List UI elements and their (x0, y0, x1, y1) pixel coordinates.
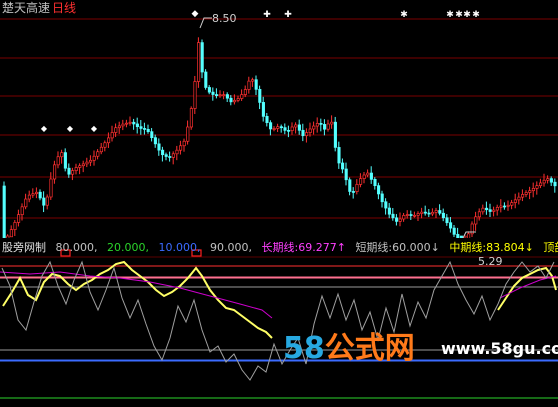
watermark-logo: 58公式网 (283, 323, 415, 367)
mid-term-line-value: 中期线:83.804↓ (449, 241, 533, 254)
period-label[interactable]: 日线 (52, 2, 76, 14)
mid-term-value: 83.804↓ (486, 241, 534, 254)
stock-name: 楚天高速 (2, 1, 51, 15)
level-90: 90.000, (210, 241, 252, 254)
low-price-label: 5.29 (478, 255, 503, 268)
short-term-line-value: 短期线:60.000↓ (355, 241, 439, 254)
short-term-label: 短期线: (355, 241, 393, 254)
chart-window: ◆ ✚ ✚ ✱ ✱ ✱ ✱ ✱ ◆ ◆ ◆ 楚天高速 日线 8.50 5.29 股旁网制 80.00… (0, 0, 558, 407)
top-label: 顶部 (543, 241, 558, 254)
high-price-label: 8.50 (212, 12, 237, 25)
watermark-url: www.58gu.com (441, 339, 558, 358)
short-term-line (1, 260, 555, 381)
indicator-legend: 股旁网制 80.000, 20.000, 10.000, 90.000, 长期线… (2, 239, 558, 254)
indicator-name: 股旁网制 (2, 241, 46, 254)
long-term-value: 69.277↑ (298, 241, 346, 254)
level-20: 20.000, (107, 241, 149, 254)
long-term-label: 长期线: (261, 241, 299, 254)
short-term-value: 60.000↓ (392, 241, 440, 254)
level-80: 80.000, (55, 241, 98, 254)
level-10: 10.000, (158, 241, 201, 254)
mid-term-label: 中期线: (449, 241, 487, 254)
watermark-brand: 公式网 (324, 331, 415, 366)
long-term-line-value: 长期线:69.277↑ (262, 241, 346, 254)
watermark-number: 58 (283, 331, 325, 366)
